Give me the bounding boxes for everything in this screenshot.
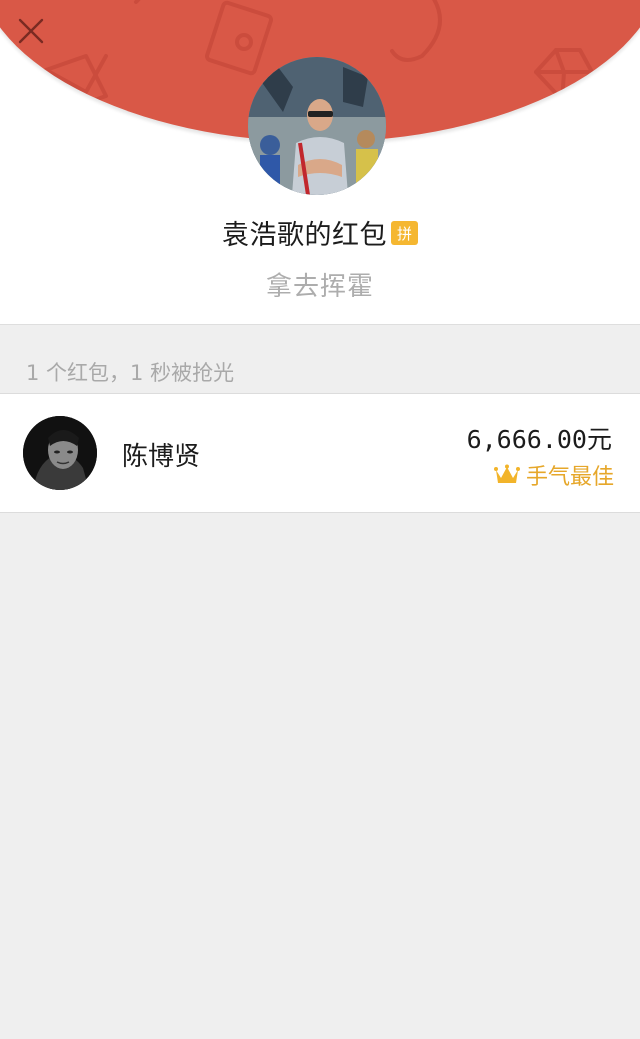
recipient-amount: 6,666.00元	[466, 425, 612, 454]
pin-badge: 拼	[391, 221, 418, 245]
best-luck-label: 手气最佳	[525, 465, 614, 490]
recipient-avatar-image	[23, 416, 97, 490]
summary-text: 1 个红包，1 秒被抢光	[26, 361, 235, 385]
recipient-name: 陈博贤	[122, 442, 201, 472]
red-packet-detail-screen: 袁浩歌的红包 拼 拿去挥霍 1 个红包，1 秒被抢光 陈博贤 6,666.00元	[0, 0, 640, 1039]
recipient-avatar[interactable]	[23, 416, 97, 490]
title-row: 袁浩歌的红包 拼	[0, 212, 640, 252]
packet-header: 袁浩歌的红包 拼 拿去挥霍	[0, 0, 640, 324]
packet-summary: 1 个红包，1 秒被抢光	[0, 324, 640, 393]
close-icon	[18, 18, 44, 44]
sender-packet-title: 袁浩歌的红包	[222, 219, 387, 251]
close-button[interactable]	[14, 14, 48, 48]
greeting-message: 拿去挥霍	[265, 272, 374, 302]
recipient-list: 陈博贤 6,666.00元 手气最佳	[0, 393, 640, 513]
best-luck-tag: 手气最佳	[493, 460, 614, 490]
crown-icon	[493, 464, 520, 483]
sender-avatar-image	[248, 57, 386, 195]
sender-avatar[interactable]	[248, 57, 386, 195]
